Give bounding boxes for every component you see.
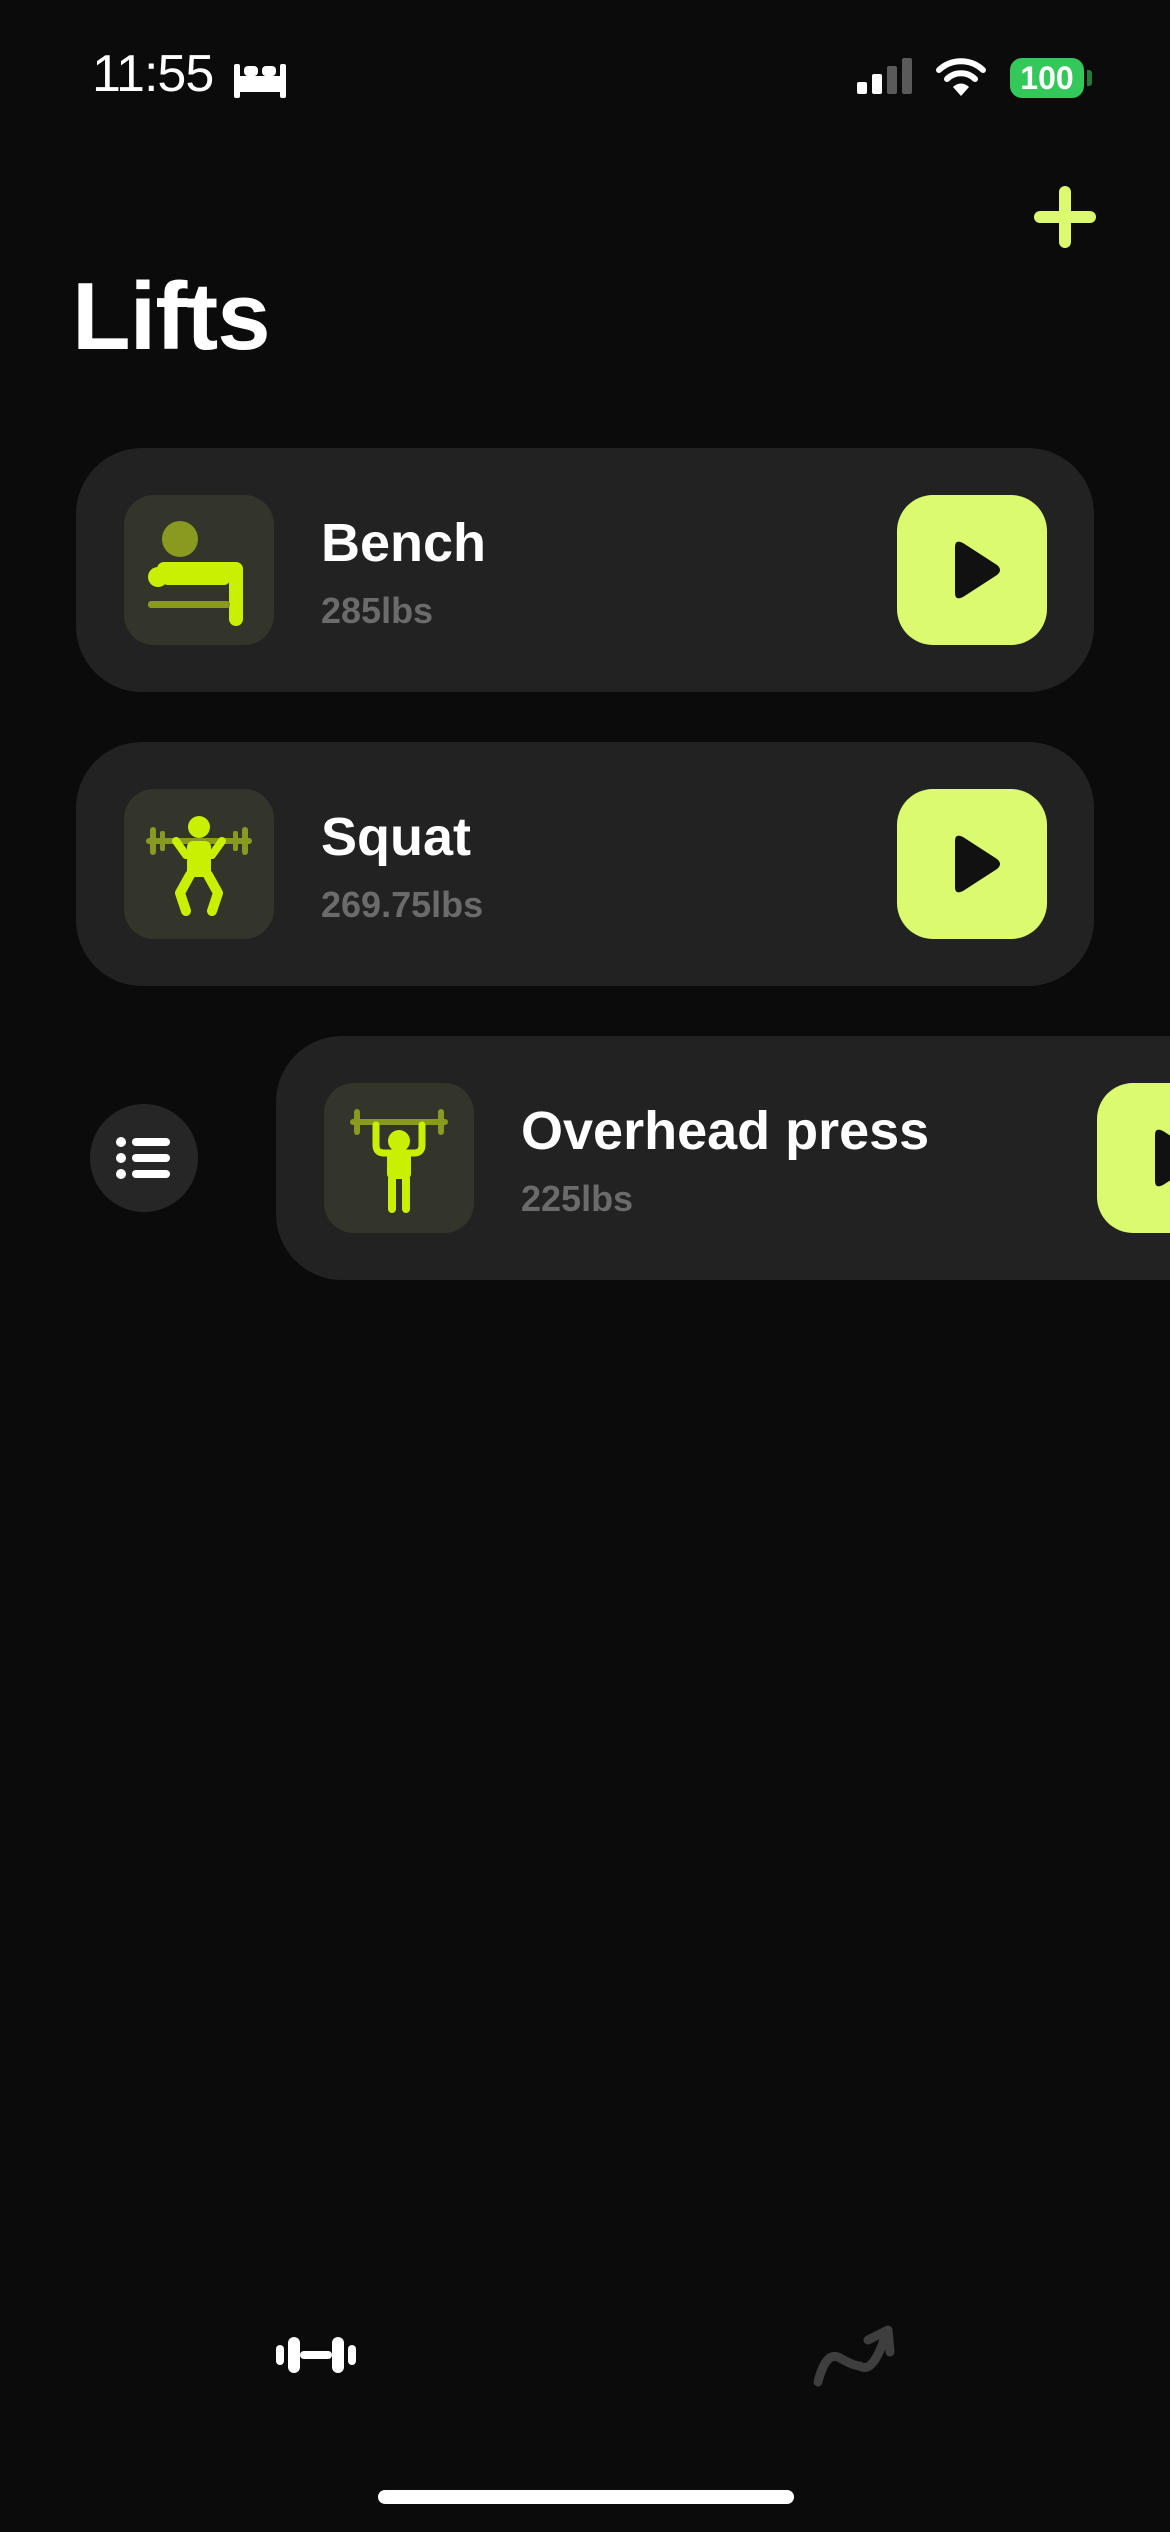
tab-progress[interactable] xyxy=(796,2310,916,2400)
play-icon xyxy=(955,835,1000,893)
battery-tip xyxy=(1087,70,1092,86)
overhead-press-icon xyxy=(324,1083,474,1233)
home-indicator xyxy=(378,2490,794,2504)
tab-lifts[interactable] xyxy=(256,2310,376,2400)
lift-weight: 269.75lbs xyxy=(321,884,484,925)
squat-icon xyxy=(124,789,274,939)
bed-icon xyxy=(234,64,286,98)
list-icon xyxy=(116,1137,170,1179)
reorder-button[interactable] xyxy=(90,1104,198,1212)
play-icon xyxy=(1155,1129,1170,1187)
page-title: Lifts xyxy=(72,263,271,370)
plus-icon xyxy=(1034,186,1096,248)
battery-icon: 100 xyxy=(1010,58,1084,98)
cellular-signal-icon xyxy=(857,58,912,94)
add-lift-button[interactable] xyxy=(1030,182,1100,252)
battery-level: 100 xyxy=(1020,60,1074,96)
play-icon xyxy=(955,541,1000,599)
start-lift-button[interactable] xyxy=(897,789,1047,939)
lift-name: Bench xyxy=(321,513,487,573)
dumbbell-icon xyxy=(276,2337,356,2373)
trend-arrow-icon xyxy=(813,2325,895,2387)
status-time: 11:55 xyxy=(92,45,214,103)
wifi-icon xyxy=(936,58,986,96)
lift-name: Squat xyxy=(321,807,472,867)
lift-card-squat[interactable]: Squat 269.75lbs xyxy=(76,742,1094,986)
lift-card-overhead-press[interactable]: Overhead press 225lbs xyxy=(276,1036,1170,1280)
lifts-screen: 11:55 100 Lifts Bench 285lbs Squat 269.7… xyxy=(0,0,1170,2532)
lift-card-bench[interactable]: Bench 285lbs xyxy=(76,448,1094,692)
lift-name: Overhead press xyxy=(521,1101,930,1161)
start-lift-button[interactable] xyxy=(897,495,1047,645)
start-lift-button[interactable] xyxy=(1097,1083,1170,1233)
lift-weight: 285lbs xyxy=(321,590,434,631)
lift-weight: 225lbs xyxy=(521,1178,634,1219)
bench-press-icon xyxy=(124,495,274,645)
